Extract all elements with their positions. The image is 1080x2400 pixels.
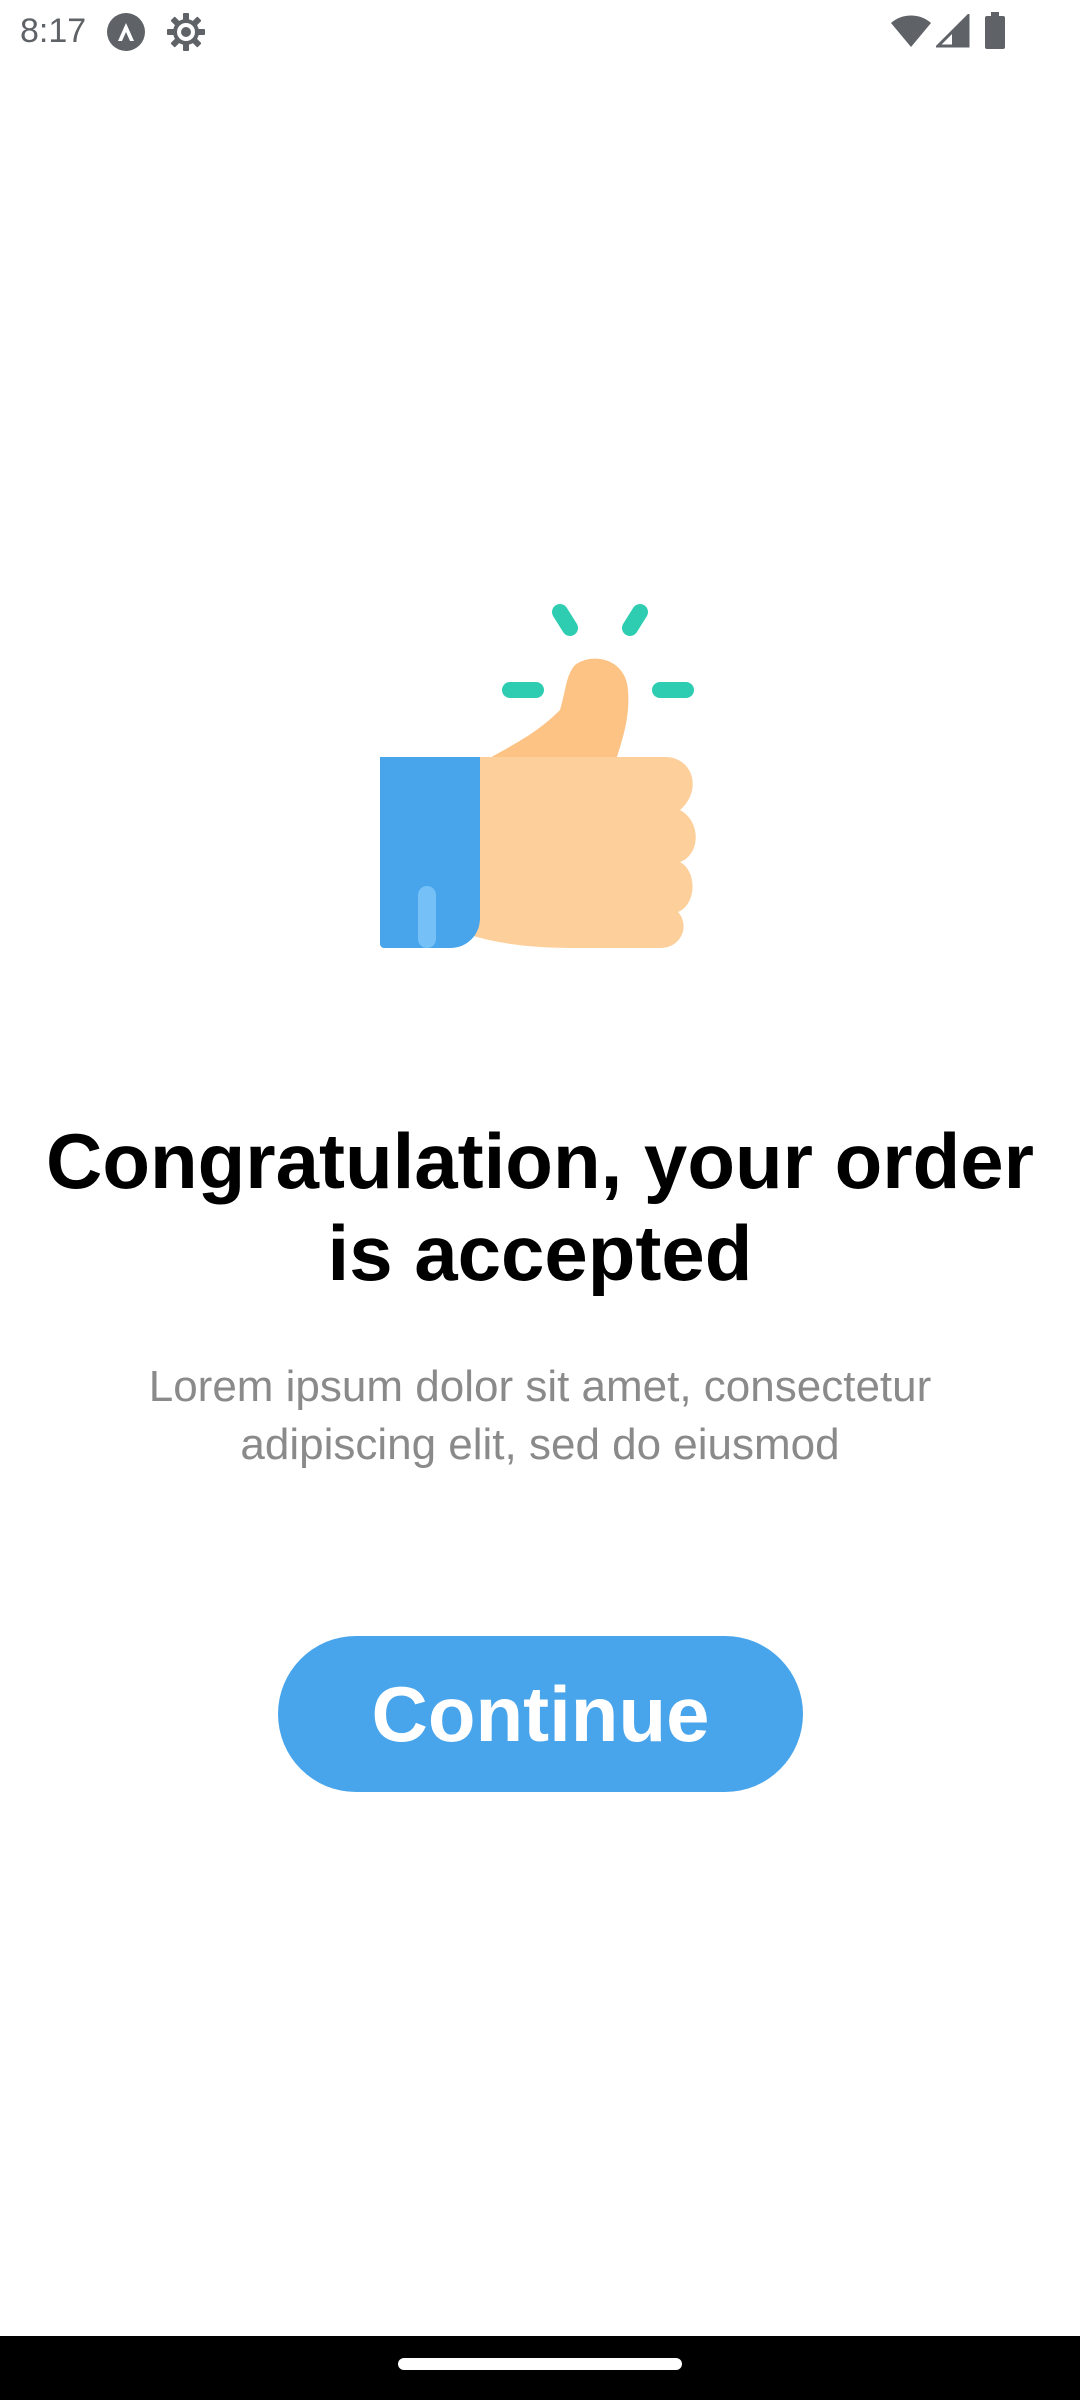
page-title: Congratulation, your order is accepted [45,1117,1035,1297]
cellular-signal-icon [934,12,970,53]
status-time: 8:17 [20,12,87,50]
thumbs-up-icon [370,600,710,950]
android-auto-icon [106,12,146,57]
wifi-icon [890,14,932,53]
continue-button[interactable]: Continue [278,1636,803,1792]
battery-icon [984,12,1006,55]
status-bar: 8:17 [0,0,1080,62]
home-gesture-handle[interactable] [398,2358,682,2370]
settings-gear-icon [166,12,206,57]
page-subtitle: Lorem ipsum dolor sit amet, consectetur … [148,1362,932,1469]
navigation-bar [0,2336,1080,2400]
